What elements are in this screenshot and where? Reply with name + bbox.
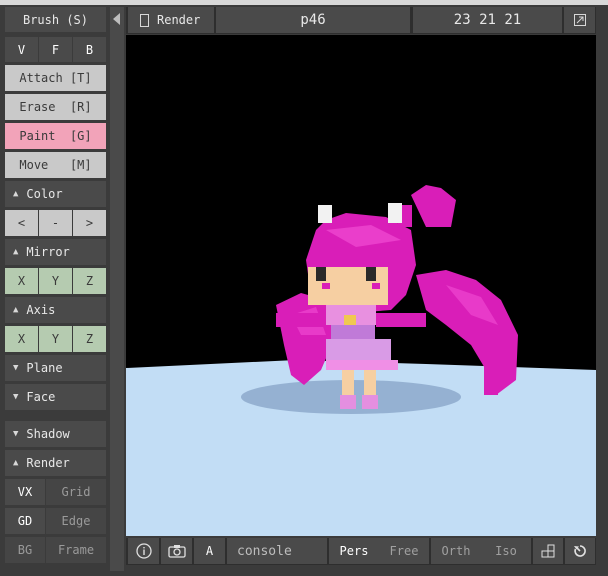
expand-down-icon: ▼ [13,363,19,373]
layout-button[interactable] [564,7,595,33]
right-edge [597,0,608,576]
arrow-left-icon [113,13,120,25]
grid-view-button[interactable] [533,538,563,564]
info-button[interactable] [128,538,159,564]
console-button[interactable]: console [227,538,327,564]
top-edge [0,0,608,5]
checkbox-icon [140,13,149,27]
face-section-header[interactable]: ▼ Face [5,384,106,410]
paint-button[interactable]: Paint [G] [5,123,106,149]
brush-title: Brush (S) [5,7,106,32]
camera-icon [167,545,186,558]
model-name[interactable]: p46 [216,7,410,33]
collapse-up-icon: ▲ [13,305,19,315]
render-title: Render [26,456,70,470]
grid-icon [541,544,555,558]
brush-mode-f[interactable]: F [39,37,72,62]
shadow-title: Shadow [26,427,70,441]
color-next-button[interactable]: > [73,210,106,236]
render-edge-toggle[interactable]: Edge [46,508,106,534]
axis-section-header[interactable]: ▲ Axis [5,297,106,323]
brush-mode-b[interactable]: B [73,37,106,62]
expand-down-icon: ▼ [13,392,19,402]
view-pers-button[interactable]: Pers [329,538,379,564]
render-toggle[interactable]: Render [128,7,214,33]
layout-icon [573,14,586,26]
plane-section-header[interactable]: ▼ Plane [5,355,106,381]
render-bg-toggle[interactable]: BG [5,537,45,563]
shadow-section-header[interactable]: ▼ Shadow [5,421,106,447]
info-icon [135,543,152,559]
screenshot-button[interactable] [161,538,192,564]
rotate-icon [574,545,586,557]
mirror-y-button[interactable]: Y [39,268,72,294]
view-free-button[interactable]: Free [379,538,429,564]
mirror-x-button[interactable]: X [5,268,38,294]
mirror-title: Mirror [26,245,70,259]
brush-mode-v[interactable]: V [5,37,38,62]
view-orth-button[interactable]: Orth [431,538,481,564]
face-title: Face [26,390,56,404]
color-reset-button[interactable]: - [39,210,72,236]
reset-view-button[interactable] [565,538,595,564]
render-vx-toggle[interactable]: VX [5,479,45,505]
move-button[interactable]: Move [M] [5,152,106,178]
a-button[interactable]: A [194,538,225,564]
expand-down-icon: ▼ [13,429,19,439]
color-prev-button[interactable]: < [5,210,38,236]
erase-button[interactable]: Erase [R] [5,94,106,120]
collapse-up-icon: ▲ [13,189,19,199]
attach-button[interactable]: Attach [T] [5,65,106,91]
sidebar: Brush (S) V F B Attach [T] Erase [R] Pai… [0,0,112,576]
axis-title: Axis [26,303,56,317]
axis-z-button[interactable]: Z [73,326,106,352]
collapse-up-icon: ▲ [13,247,19,257]
viewport[interactable] [126,35,596,536]
render-gd-toggle[interactable]: GD [5,508,45,534]
render-label: Render [157,13,201,27]
model-dimensions[interactable]: 23 21 21 [413,7,562,33]
render-frame-toggle[interactable]: Frame [46,537,106,563]
color-title: Color [26,187,63,201]
view-iso-button[interactable]: Iso [481,538,531,564]
plane-title: Plane [26,361,63,375]
sidebar-collapse-strip[interactable] [110,7,124,571]
axis-x-button[interactable]: X [5,326,38,352]
voxel-scene [126,185,596,536]
mirror-section-header[interactable]: ▲ Mirror [5,239,106,265]
collapse-up-icon: ▲ [13,458,19,468]
color-section-header[interactable]: ▲ Color [5,181,106,207]
mirror-z-button[interactable]: Z [73,268,106,294]
render-section-header[interactable]: ▲ Render [5,450,106,476]
render-grid-toggle[interactable]: Grid [46,479,106,505]
axis-y-button[interactable]: Y [39,326,72,352]
